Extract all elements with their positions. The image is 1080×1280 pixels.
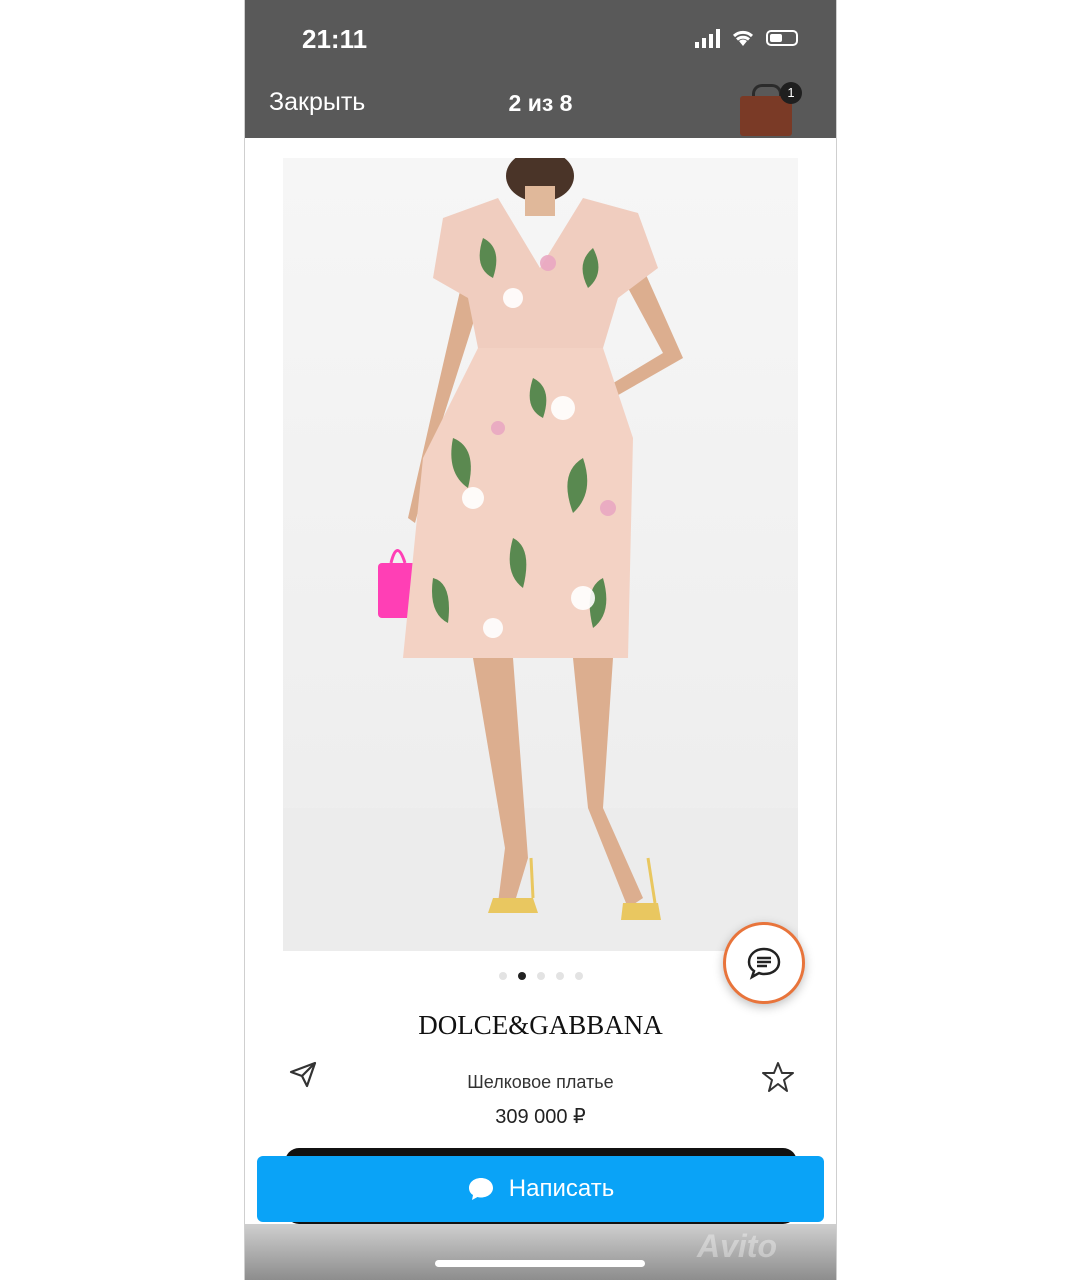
pagination-dot[interactable]	[498, 972, 507, 980]
chat-button[interactable]	[723, 922, 805, 1004]
pagination-dot[interactable]	[536, 972, 545, 980]
product-name: Шелковое платье	[467, 1072, 614, 1092]
product-photo[interactable]	[283, 150, 798, 951]
brand-name: DOLCE&GABBANA	[418, 1010, 663, 1040]
home-indicator[interactable]	[435, 1260, 645, 1267]
chat-bubble-icon	[747, 947, 781, 980]
dress-image	[283, 150, 798, 951]
cart-button[interactable]: 1	[740, 82, 802, 138]
write-button-label: Написать	[508, 1175, 615, 1202]
status-time: 21:11	[302, 24, 368, 54]
avito-watermark: Avito	[697, 1228, 777, 1264]
pagination-dot[interactable]	[555, 972, 564, 980]
battery-icon	[766, 30, 798, 46]
star-icon[interactable]	[761, 1060, 795, 1094]
top-bar: 21:11 Закрыть 2 из 8 1	[245, 0, 836, 138]
write-message-button[interactable]: Написать	[257, 1156, 824, 1222]
cart-count-badge: 1	[780, 82, 802, 104]
status-icons	[695, 28, 798, 48]
signal-icon	[695, 28, 720, 48]
message-icon	[468, 1178, 493, 1200]
pagination-dot[interactable]	[517, 972, 526, 980]
product-price: 309 000 ₽	[495, 1106, 586, 1128]
pagination-dot[interactable]	[574, 972, 583, 980]
wifi-icon	[732, 30, 754, 46]
phone-screen: 21:11 Закрыть 2 из 8 1 DOLCE&GABBANA Шел…	[244, 0, 837, 1280]
